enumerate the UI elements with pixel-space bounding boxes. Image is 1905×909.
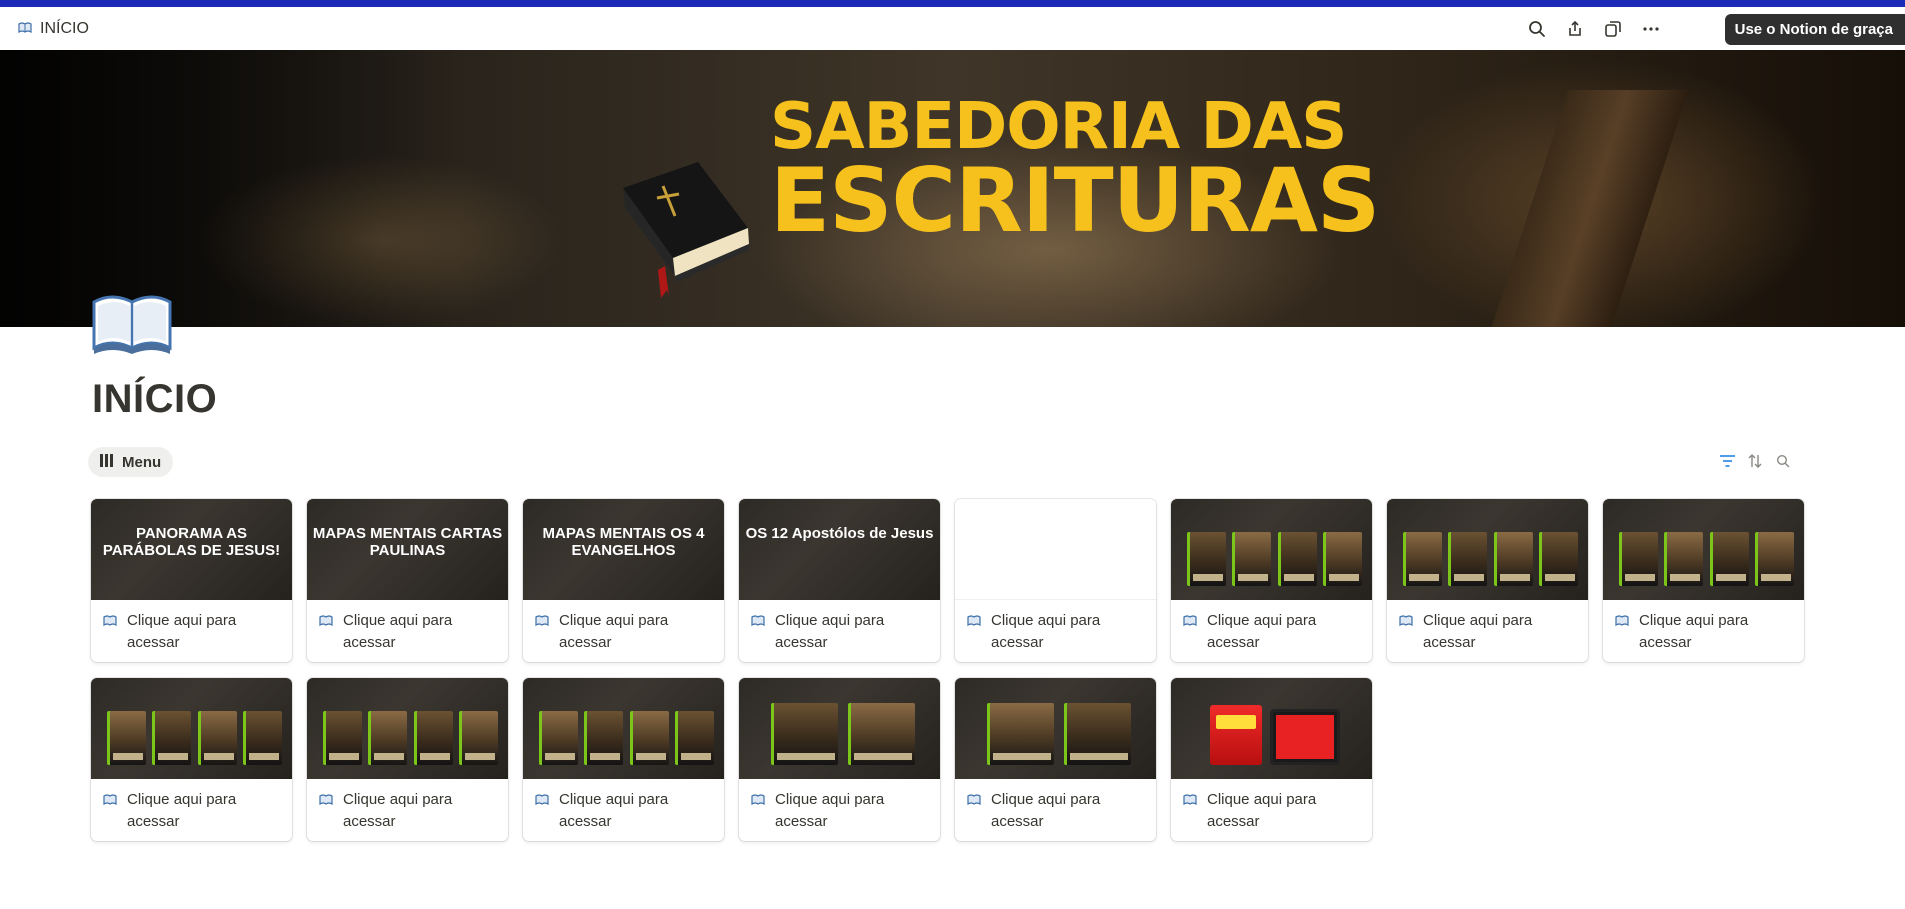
product-boxes-image [1619, 524, 1794, 586]
card-title: Clique aqui para acessar [1639, 612, 1749, 651]
card-title: Clique aqui para acessar [1207, 612, 1317, 651]
open-book-icon [319, 792, 333, 833]
product-boxes-image [1187, 524, 1362, 586]
filter-icon[interactable] [1719, 452, 1735, 470]
open-book-icon [319, 613, 333, 654]
cover-title-line2: ESCRITURAS [770, 149, 1380, 252]
card-title: Clique aqui para acessar [559, 791, 669, 830]
open-book-icon[interactable] [90, 292, 174, 356]
open-book-icon [1183, 792, 1197, 833]
product-boxes-image [971, 703, 1146, 765]
card-cover [739, 678, 940, 779]
card-title: Clique aqui para acessar [559, 612, 669, 651]
card-title: Clique aqui para acessar [127, 791, 237, 830]
card-cover-title: OS 12 Apostólos de Jesus [745, 525, 934, 542]
open-book-icon [103, 613, 117, 654]
open-book-icon [1615, 613, 1629, 654]
open-book-icon [103, 792, 117, 833]
card-cover: MAPAS MENTAIS CARTAS PAULINAS [307, 499, 508, 600]
card-title: Clique aqui para acessar [343, 791, 453, 830]
more-icon[interactable] [1639, 17, 1663, 41]
card-cover [91, 678, 292, 779]
card-title: Clique aqui para acessar [1423, 612, 1533, 651]
cover-image: SABEDORIA DAS ESCRITURAS [0, 50, 1905, 327]
product-boxes-image [1207, 703, 1342, 765]
open-book-icon [967, 792, 981, 833]
card-cover [955, 499, 1156, 600]
page-title: INÍCIO [92, 377, 218, 421]
duplicate-icon[interactable] [1601, 17, 1625, 41]
card-title: Clique aqui para acessar [775, 612, 885, 651]
card-title: Clique aqui para acessar [991, 612, 1101, 651]
view-tab-label: Menu [122, 453, 162, 471]
gallery-card[interactable]: OS 12 Apostólos de Jesus Clique aqui par… [739, 499, 940, 662]
bible-icon [603, 158, 753, 313]
gallery-card[interactable]: Clique aqui para acessar [955, 499, 1156, 662]
card-cover [955, 678, 1156, 779]
product-boxes-image [107, 703, 282, 765]
product-boxes-image [755, 703, 930, 765]
gallery-card[interactable]: Clique aqui para acessar [91, 678, 292, 841]
card-cover: PANORAMA AS PARÁBOLAS DE JESUS! [91, 499, 292, 600]
product-boxes-image [539, 703, 714, 765]
card-title: Clique aqui para acessar [343, 612, 453, 651]
sort-icon[interactable] [1747, 452, 1763, 470]
card-cover: MAPAS MENTAIS OS 4 EVANGELHOS [523, 499, 724, 600]
card-cover [523, 678, 724, 779]
card-title: Clique aqui para acessar [991, 791, 1101, 830]
card-cover [1171, 678, 1372, 779]
open-book-icon [535, 792, 549, 833]
gallery-card[interactable]: Clique aqui para acessar [1603, 499, 1804, 662]
gallery-card[interactable]: Clique aqui para acessar [1387, 499, 1588, 662]
use-notion-button[interactable]: Use o Notion de graça [1724, 14, 1905, 45]
card-cover-title: PANORAMA AS PARÁBOLAS DE JESUS! [102, 525, 281, 559]
card-title: Clique aqui para acessar [1207, 791, 1317, 830]
gallery-card[interactable]: Clique aqui para acessar [1171, 678, 1372, 841]
gallery-card[interactable]: MAPAS MENTAIS OS 4 EVANGELHOS Clique aqu… [523, 499, 724, 662]
product-boxes-image [1403, 524, 1578, 586]
breadcrumb-title: INÍCIO [40, 19, 89, 37]
share-icon[interactable] [1563, 17, 1587, 41]
open-book-icon [751, 613, 765, 654]
open-book-icon [967, 613, 981, 654]
gallery-card[interactable]: PANORAMA AS PARÁBOLAS DE JESUS! Clique a… [91, 499, 292, 662]
card-cover [1387, 499, 1588, 600]
open-book-icon [751, 792, 765, 833]
open-book-icon [1399, 613, 1413, 654]
gallery-card[interactable]: Clique aqui para acessar [739, 678, 940, 841]
gallery-card[interactable]: Clique aqui para acessar [307, 678, 508, 841]
card-title: Clique aqui para acessar [127, 612, 237, 651]
card-cover: OS 12 Apostólos de Jesus [739, 499, 940, 600]
open-book-icon [535, 613, 549, 654]
view-tab-menu[interactable]: Menu [88, 447, 174, 477]
product-boxes-image [323, 703, 498, 765]
card-cover [307, 678, 508, 779]
card-cover [1603, 499, 1804, 600]
card-title: Clique aqui para acessar [775, 791, 885, 830]
top-accent-bar [0, 0, 1905, 7]
gallery-card[interactable]: Clique aqui para acessar [1171, 499, 1372, 662]
gallery-view: PANORAMA AS PARÁBOLAS DE JESUS! Clique a… [91, 499, 1807, 841]
search-icon[interactable] [1775, 452, 1791, 470]
open-book-icon [1183, 613, 1197, 654]
card-cover-title: MAPAS MENTAIS OS 4 EVANGELHOS [542, 525, 705, 559]
gallery-card[interactable]: Clique aqui para acessar [955, 678, 1156, 841]
card-cover [1171, 499, 1372, 600]
gallery-card[interactable]: Clique aqui para acessar [523, 678, 724, 841]
gallery-card[interactable]: MAPAS MENTAIS CARTAS PAULINAS Clique aqu… [307, 499, 508, 662]
topbar: INÍCIO Use o Notion de graça [0, 7, 1905, 50]
board-icon [100, 453, 114, 471]
open-book-icon [18, 20, 32, 38]
card-cover-title: MAPAS MENTAIS CARTAS PAULINAS [312, 525, 503, 559]
search-icon[interactable] [1525, 17, 1549, 41]
breadcrumb[interactable]: INÍCIO [18, 20, 89, 38]
